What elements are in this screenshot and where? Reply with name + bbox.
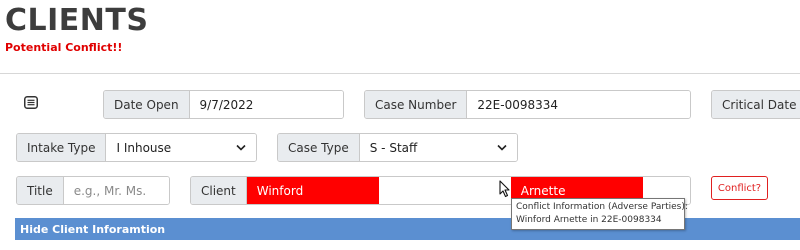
conflict-button[interactable]: Conflict? bbox=[711, 176, 768, 200]
date-open-label: Date Open bbox=[104, 91, 190, 118]
critical-date-group: Critical Date bbox=[711, 90, 800, 119]
tooltip-line-1: Conflict Information (Adverse Parties): bbox=[516, 202, 688, 212]
client-first-name-input[interactable]: Winford bbox=[246, 177, 379, 204]
tooltip-line-2: Winford Arnette in 22E-0098334 bbox=[516, 215, 662, 225]
client-middle-input[interactable] bbox=[378, 177, 511, 204]
conflict-tooltip: Conflict Information (Adverse Parties): … bbox=[511, 198, 688, 230]
intake-type-group: Intake Type I Inhouse bbox=[16, 133, 257, 162]
page-title: CLIENTS bbox=[5, 3, 149, 38]
conflict-alert: Potential Conflict!! bbox=[5, 41, 123, 54]
case-number-label: Case Number bbox=[365, 91, 468, 118]
title-label: Title bbox=[17, 177, 64, 204]
intake-type-value: I Inhouse bbox=[116, 140, 172, 155]
case-number-group: Case Number 22E-0098334 bbox=[364, 90, 691, 119]
case-number-input[interactable]: 22E-0098334 bbox=[467, 91, 690, 118]
chevron-down-icon bbox=[236, 144, 246, 151]
intake-type-label: Intake Type bbox=[17, 134, 107, 161]
case-type-value: S - Staff bbox=[369, 140, 418, 155]
case-type-label: Case Type bbox=[278, 134, 360, 161]
intake-type-select[interactable]: I Inhouse bbox=[106, 134, 256, 161]
case-type-group: Case Type S - Staff bbox=[277, 133, 518, 162]
client-label: Client bbox=[191, 177, 247, 204]
date-open-input[interactable]: 9/7/2022 bbox=[189, 91, 343, 118]
title-group: Title e.g., Mr. Ms. bbox=[16, 176, 170, 205]
chevron-down-icon bbox=[497, 144, 507, 151]
mouse-cursor-icon bbox=[499, 180, 510, 198]
case-type-select[interactable]: S - Staff bbox=[359, 134, 517, 161]
date-open-group: Date Open 9/7/2022 bbox=[103, 90, 344, 119]
title-input[interactable]: e.g., Mr. Ms. bbox=[63, 177, 169, 204]
critical-date-label: Critical Date bbox=[712, 91, 800, 118]
divider bbox=[0, 73, 800, 74]
list-icon[interactable] bbox=[24, 96, 38, 109]
